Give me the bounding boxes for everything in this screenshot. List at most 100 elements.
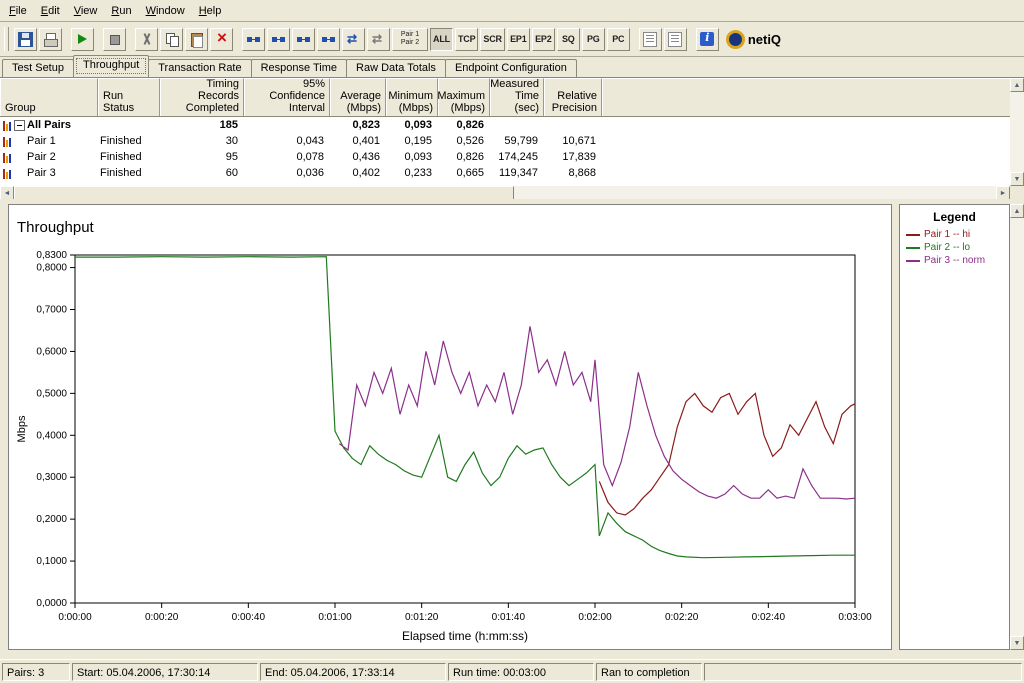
- filter-ep1-button[interactable]: EP1: [506, 27, 530, 51]
- report-icon: [643, 31, 658, 47]
- chart-vertical-scrollbar[interactable]: [1010, 204, 1024, 650]
- paste-button[interactable]: [185, 27, 208, 51]
- copy-icon: [164, 32, 179, 47]
- cell-maximum: 0,826: [456, 151, 484, 163]
- column-header-maximum[interactable]: Maximum (Mbps): [437, 78, 490, 116]
- run-test-button[interactable]: [71, 27, 94, 51]
- swap-endpoints-button[interactable]: [342, 27, 365, 51]
- table-row-pair-3[interactable]: Pair 3 Finished 60 0,036 0,402 0,233 0,665 119,…: [0, 165, 1010, 181]
- filter-sq-button[interactable]: SQ: [556, 27, 580, 51]
- add-multicast-group-button[interactable]: [267, 27, 290, 51]
- table-row-pair-1[interactable]: Pair 1 Finished 30 0,043 0,401 0,195 0,526 59,7…: [0, 133, 1010, 149]
- cut-button[interactable]: [135, 27, 158, 51]
- menu-run[interactable]: Run: [104, 3, 138, 19]
- status-bar: Pairs: 3 Start: 05.04.2006, 17:30:14 End: …: [0, 659, 1024, 683]
- scroll-down-icon[interactable]: [1010, 172, 1024, 186]
- table-row-all-pairs[interactable]: All Pairs 185 0,823 0,093 0,826: [0, 117, 1010, 133]
- delete-button[interactable]: [210, 27, 233, 51]
- filter-scr-button[interactable]: SCR: [480, 27, 505, 51]
- cell-average: 0,402: [352, 167, 380, 179]
- cell-minimum: 0,093: [404, 151, 432, 163]
- cell-timing-records: 60: [225, 167, 238, 179]
- filter-all-button[interactable]: ALL: [430, 27, 453, 51]
- scrollbar-thumb[interactable]: [14, 186, 514, 200]
- scrollbar-track[interactable]: [1010, 92, 1024, 172]
- cell-run-status: Finished: [100, 135, 142, 147]
- column-header-filler: [602, 78, 1010, 116]
- toolbar-grip[interactable]: [4, 27, 9, 51]
- filter-tcp-button[interactable]: TCP: [455, 27, 479, 51]
- column-header-minimum[interactable]: Minimum (Mbps): [386, 78, 438, 116]
- menu-bar: File Edit View Run Window Help: [0, 0, 1024, 22]
- filter-scr-button-label: SCR: [483, 34, 502, 44]
- scroll-up-icon[interactable]: [1010, 78, 1024, 92]
- menu-edit[interactable]: Edit: [34, 3, 67, 19]
- legend-panel: Legend Pair 1 -- hi Pair 2 -- lo Pair 3 --…: [899, 204, 1010, 650]
- replicate-pair-button[interactable]: [317, 27, 340, 51]
- scroll-down-icon[interactable]: [1010, 636, 1024, 650]
- column-header-group[interactable]: Group: [0, 78, 98, 116]
- reverse-pair-button[interactable]: [367, 27, 390, 51]
- scroll-up-icon[interactable]: [1010, 204, 1024, 218]
- collapse-icon[interactable]: [14, 119, 25, 131]
- column-header-measured[interactable]: Measured Time (sec): [490, 78, 544, 116]
- info-button[interactable]: [695, 27, 719, 51]
- x-axis-label: Elapsed time (h:mm:ss): [402, 629, 528, 643]
- column-header-run-status[interactable]: Run Status: [98, 78, 160, 116]
- scroll-right-icon[interactable]: [996, 186, 1010, 200]
- filter-pc-button-label: PC: [612, 34, 625, 44]
- tab-throughput[interactable]: Throughput: [72, 55, 150, 77]
- tab-transaction-rate[interactable]: Transaction Rate: [148, 59, 252, 77]
- column-header-95-confidence[interactable]: 95% Confidence Interval: [244, 78, 330, 116]
- menu-view[interactable]: View: [67, 3, 105, 19]
- edit-pair-button[interactable]: [292, 27, 315, 51]
- cell-minimum: 0,233: [404, 167, 432, 179]
- legend-label: Pair 2 -- lo: [924, 242, 971, 253]
- pair-1-label: Pair 1: [400, 31, 420, 38]
- plot-area: [74, 254, 856, 604]
- legend-line-swatch: [906, 246, 920, 249]
- scrollbar-track[interactable]: [1010, 218, 1024, 636]
- print-button[interactable]: [39, 27, 62, 51]
- menu-file[interactable]: File: [2, 3, 34, 19]
- tab-response-time[interactable]: Response Time: [250, 59, 348, 77]
- menu-help[interactable]: Help: [192, 3, 229, 19]
- scroll-left-icon[interactable]: [0, 186, 14, 200]
- column-header-average[interactable]: Average (Mbps): [330, 78, 386, 116]
- menu-window[interactable]: Window: [139, 3, 192, 19]
- stop-test-button[interactable]: [103, 27, 126, 51]
- x-tick-label: 0:02:20: [665, 612, 699, 623]
- scrollbar-track[interactable]: [514, 186, 996, 200]
- filter-pg-button-label: PG: [587, 34, 600, 44]
- add-pair-button[interactable]: [242, 27, 265, 51]
- table-horizontal-scrollbar[interactable]: [0, 186, 1010, 200]
- status-pairs: Pairs: 3: [2, 662, 70, 681]
- cell-95-confidence: 0,036: [296, 167, 324, 179]
- chart-title: Throughput: [17, 219, 94, 236]
- report-view-button[interactable]: [638, 27, 662, 51]
- column-header-timing-records[interactable]: Timing Records Completed: [160, 78, 244, 116]
- filter-all-button-label: ALL: [433, 34, 450, 44]
- column-header-relative[interactable]: Relative Precision: [544, 78, 602, 116]
- table-vertical-scrollbar[interactable]: [1010, 78, 1024, 186]
- table-row-pair-2[interactable]: Pair 2 Finished 95 0,078 0,436 0,093 0,826 174,…: [0, 149, 1010, 165]
- filter-ep2-button[interactable]: EP2: [531, 27, 555, 51]
- y-tick-label: 0,5000: [36, 388, 67, 399]
- legend-item-pair-2-lo: Pair 2 -- lo: [900, 241, 1009, 254]
- group-label: Pair 3: [27, 167, 56, 179]
- tab-test-setup[interactable]: Test Setup: [2, 59, 74, 77]
- cell-relative: 8,868: [568, 167, 596, 179]
- pair1-pair2-button[interactable]: Pair 1 Pair 2: [392, 27, 428, 51]
- x-tick-label: 0:02:00: [578, 612, 612, 623]
- swap-icon: [346, 32, 361, 47]
- table-header: Group Run Status Timing Records Completed 9…: [0, 78, 1010, 117]
- report-options-button[interactable]: [663, 27, 687, 51]
- tab-endpoint-configuration[interactable]: Endpoint Configuration: [444, 59, 577, 77]
- cell-measured: 174,245: [498, 151, 538, 163]
- copy-button[interactable]: [160, 27, 183, 51]
- tab-raw-data-totals[interactable]: Raw Data Totals: [346, 59, 446, 77]
- filter-pc-button[interactable]: PC: [606, 27, 630, 51]
- cell-timing-records: 95: [225, 151, 238, 163]
- save-button[interactable]: [14, 27, 37, 51]
- filter-pg-button[interactable]: PG: [581, 27, 605, 51]
